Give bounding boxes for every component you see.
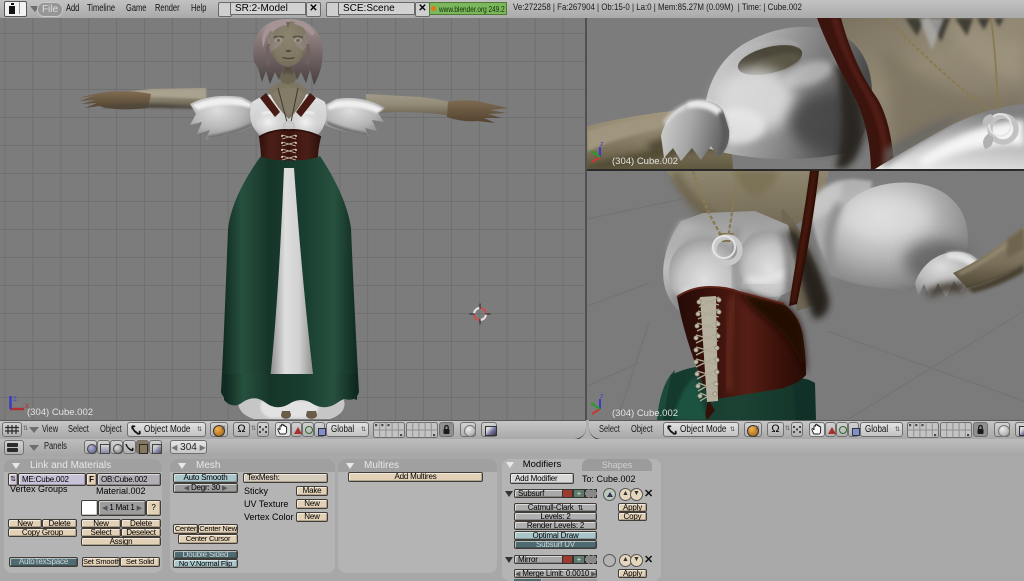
svg-text:z: z [13, 394, 17, 403]
svg-text:(304) Cube.002: (304) Cube.002 [612, 408, 678, 419]
svg-text:(304) Cube.002: (304) Cube.002 [27, 407, 93, 418]
svg-text:z: z [600, 141, 604, 148]
svg-text:(304) Cube.002: (304) Cube.002 [612, 156, 678, 167]
svg-text:z: z [600, 393, 604, 400]
